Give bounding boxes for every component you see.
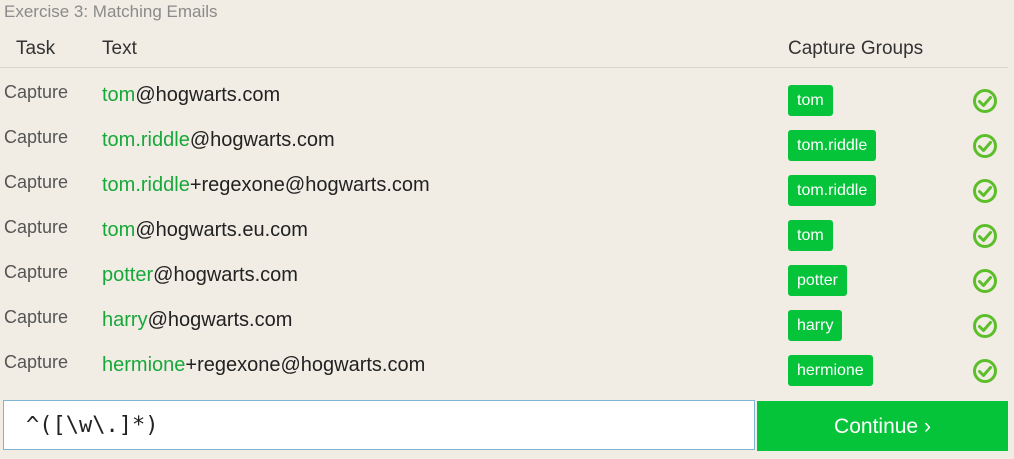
matched-text: harry	[102, 309, 148, 331]
row-text: tom.riddle+regexone@hogwarts.com	[102, 174, 430, 197]
check-circle-icon	[973, 179, 997, 203]
check-circle-icon	[973, 269, 997, 293]
table-header: Task Text Capture Groups	[0, 36, 1008, 68]
unmatched-text: +regexone@hogwarts.com	[185, 354, 426, 376]
regex-input[interactable]	[4, 401, 754, 449]
task-label: Capture	[4, 352, 69, 372]
header-capture-groups: Capture Groups	[788, 38, 924, 59]
matched-text: hermione	[102, 354, 186, 376]
table-row: Capture tom.riddle+regexone@hogwarts.com…	[0, 164, 1008, 209]
row-text: tom.riddle@hogwarts.com	[102, 129, 335, 152]
check-circle-icon	[973, 224, 997, 248]
capture-group-badge: harry	[788, 310, 843, 341]
row-text: hermione+regexone@hogwarts.com	[102, 354, 425, 377]
exercise-title: Exercise 3: Matching Emails	[4, 2, 218, 21]
check-circle-icon	[973, 134, 997, 158]
header-text: Text	[102, 38, 137, 59]
matched-text: potter	[102, 264, 154, 286]
check-circle-icon	[973, 314, 997, 338]
capture-group-badge: tom	[788, 220, 833, 251]
task-label: Capture	[4, 217, 69, 237]
row-text: tom@hogwarts.com	[102, 84, 280, 107]
table-row: Capture tom@hogwarts.eu.com tom	[0, 209, 1008, 254]
row-text: tom@hogwarts.eu.com	[102, 219, 308, 242]
task-label: Capture	[4, 262, 69, 282]
header-task: Task	[16, 38, 56, 59]
task-label: Capture	[4, 172, 69, 192]
table-row: Capture potter@hogwarts.com potter	[0, 254, 1008, 299]
capture-group-badge: tom	[788, 85, 833, 116]
matched-text: tom	[102, 219, 136, 241]
matched-text: tom.riddle	[102, 129, 190, 151]
matched-text: tom.riddle	[102, 174, 190, 196]
table-row: Capture tom.riddle@hogwarts.com tom.ridd…	[0, 119, 1008, 164]
regex-input-container	[3, 400, 755, 450]
unmatched-text: @hogwarts.eu.com	[135, 219, 308, 241]
table-row: Capture hermione+regexone@hogwarts.com h…	[0, 344, 1008, 389]
unmatched-text: @hogwarts.com	[153, 264, 298, 286]
unmatched-text: @hogwarts.com	[189, 129, 335, 151]
unmatched-text: @hogwarts.com	[135, 84, 281, 106]
capture-group-badge: potter	[788, 265, 847, 296]
row-text: potter@hogwarts.com	[102, 264, 298, 287]
task-label: Capture	[4, 307, 69, 327]
task-label: Capture	[4, 82, 69, 102]
check-circle-icon	[973, 89, 997, 113]
capture-group-badge: tom.riddle	[788, 130, 877, 161]
task-label: Capture	[4, 127, 69, 147]
capture-group-badge: hermione	[788, 355, 873, 386]
continue-button[interactable]: Continue ›	[757, 401, 1008, 451]
row-text: harry@hogwarts.com	[102, 309, 292, 332]
check-circle-icon	[973, 359, 997, 383]
table-row: Capture harry@hogwarts.com harry	[0, 299, 1008, 344]
matched-text: tom	[102, 84, 136, 106]
unmatched-text: @hogwarts.com	[147, 309, 293, 331]
unmatched-text: +regexone@hogwarts.com	[189, 174, 430, 196]
capture-group-badge: tom.riddle	[788, 175, 877, 206]
table-row: Capture tom@hogwarts.com tom	[0, 74, 1008, 119]
